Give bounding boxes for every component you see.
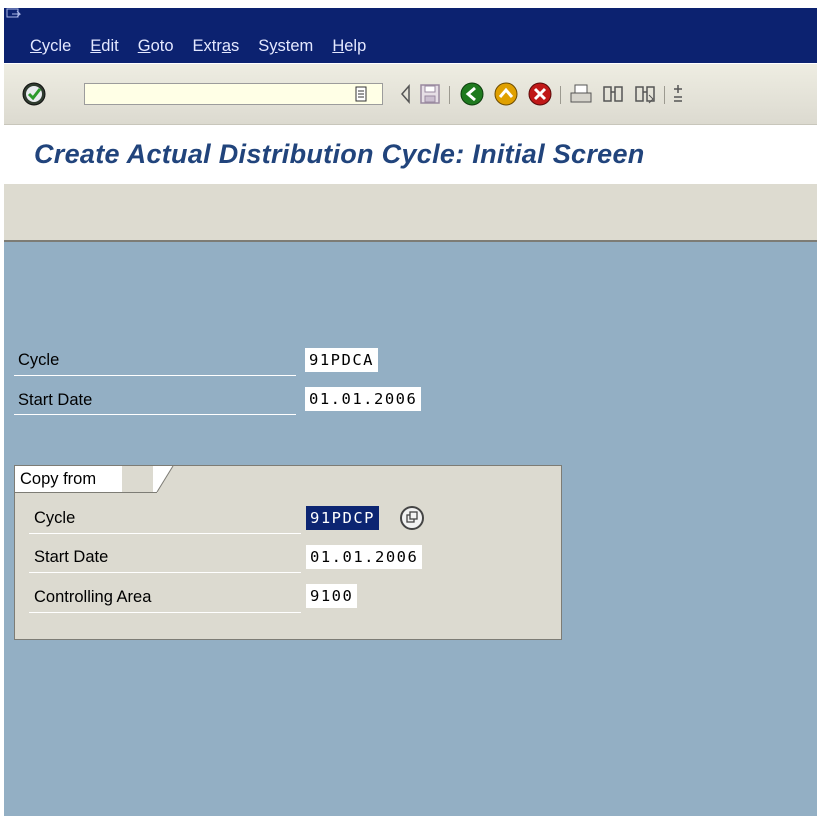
menu-item-system[interactable]: System bbox=[258, 37, 313, 56]
menu-item-edit[interactable]: Edit bbox=[90, 37, 118, 56]
page-title: Create Actual Distribution Cycle: Initia… bbox=[34, 139, 645, 169]
divider bbox=[14, 414, 296, 415]
divider bbox=[29, 533, 301, 534]
cycle-label: Cycle bbox=[18, 351, 60, 369]
copy-cycle-field[interactable]: 91PDCP bbox=[306, 506, 379, 530]
command-field[interactable] bbox=[84, 83, 383, 105]
menu-bar: Cycle Edit Goto Extras System Help bbox=[4, 8, 817, 63]
cancel-icon[interactable] bbox=[527, 81, 553, 112]
divider bbox=[14, 375, 296, 376]
start-date-field[interactable]: 01.01.2006 bbox=[305, 387, 422, 411]
menu-item-extras[interactable]: Extras bbox=[193, 37, 240, 56]
toolbar-separator bbox=[449, 86, 450, 104]
first-page-icon[interactable] bbox=[672, 83, 686, 110]
menu-item-cycle[interactable]: Cycle bbox=[30, 37, 71, 56]
title-bar: Create Actual Distribution Cycle: Initia… bbox=[4, 125, 817, 184]
menu-item-help[interactable]: Help bbox=[332, 37, 366, 56]
toolbar-separator bbox=[560, 86, 561, 104]
copy-start-date-field[interactable]: 01.01.2006 bbox=[306, 545, 423, 569]
back-triangle-icon[interactable] bbox=[399, 84, 411, 109]
print-icon[interactable] bbox=[569, 83, 593, 110]
search-help-icon[interactable] bbox=[399, 505, 425, 536]
controlling-area-label: Controlling Area bbox=[34, 588, 152, 606]
divider bbox=[15, 492, 157, 493]
cycle-field[interactable]: 91PDCA bbox=[305, 348, 378, 372]
enter-icon[interactable] bbox=[21, 81, 47, 112]
main-content: Cycle 91PDCA Start Date 01.01.2006 Copy … bbox=[4, 242, 817, 816]
group-tab-slant bbox=[153, 466, 174, 492]
menu-item-goto[interactable]: Goto bbox=[138, 37, 174, 56]
start-date-label: Start Date bbox=[18, 391, 93, 409]
save-icon[interactable] bbox=[419, 83, 441, 110]
standard-toolbar bbox=[4, 64, 817, 125]
back-icon[interactable] bbox=[459, 81, 485, 112]
copy-start-date-label: Start Date bbox=[34, 548, 109, 566]
copy-from-group: Copy from Cycle 91PDCP Start Date 01.01.… bbox=[14, 465, 562, 640]
divider bbox=[29, 612, 301, 613]
toolbar-separator bbox=[664, 86, 665, 104]
find-icon[interactable] bbox=[601, 83, 625, 110]
system-menu-icon[interactable] bbox=[6, 8, 22, 22]
divider bbox=[29, 572, 301, 573]
exit-icon[interactable] bbox=[493, 81, 519, 112]
controlling-area-field[interactable]: 9100 bbox=[306, 584, 358, 608]
copy-from-title: Copy from bbox=[15, 466, 123, 492]
copy-cycle-label: Cycle bbox=[34, 509, 76, 527]
application-toolbar bbox=[4, 184, 817, 242]
find-next-icon[interactable] bbox=[633, 83, 657, 110]
command-field-dropdown-icon[interactable] bbox=[354, 86, 368, 107]
